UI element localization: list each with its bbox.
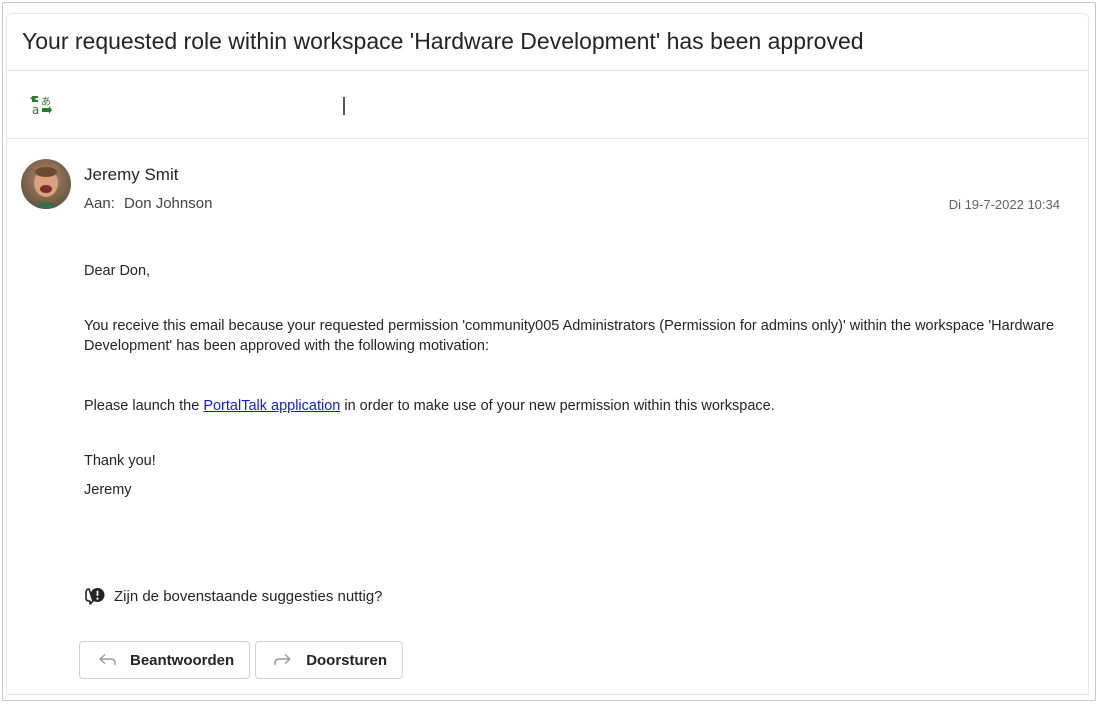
text-cursor bbox=[343, 97, 345, 115]
recipient-line: Aan: Don Johnson bbox=[84, 195, 212, 212]
forward-button[interactable]: Doorsturen bbox=[255, 641, 404, 679]
forward-label: Doorsturen bbox=[306, 651, 388, 669]
avatar[interactable] bbox=[21, 159, 71, 209]
sent-date: Di 19-7-2022 10:34 bbox=[948, 197, 1060, 212]
feedback-icon bbox=[84, 586, 106, 606]
reply-label: Beantwoorden bbox=[130, 651, 235, 669]
email-subject: Your requested role within workspace 'Ha… bbox=[22, 28, 864, 54]
thanks-line: Thank you! bbox=[84, 453, 156, 469]
sender-name[interactable]: Jeremy Smit bbox=[84, 165, 178, 185]
subject-header: Your requested role within workspace 'Ha… bbox=[6, 13, 1089, 71]
reply-arrow-icon bbox=[98, 653, 116, 667]
portaltalk-link[interactable]: PortalTalk application bbox=[203, 398, 340, 414]
launch-text-after: in order to make use of your new permiss… bbox=[340, 398, 775, 414]
feedback-text: Zijn de bovenstaande suggesties nuttig? bbox=[114, 587, 383, 605]
greeting: Dear Don, bbox=[84, 263, 151, 279]
signature: Jeremy bbox=[84, 482, 132, 498]
forward-arrow-icon bbox=[274, 653, 292, 667]
launch-text-before: Please launch the bbox=[84, 398, 204, 414]
svg-text:あ: あ bbox=[41, 96, 51, 108]
mail-reading-pane: Your requested role within workspace 'Ha… bbox=[2, 2, 1096, 701]
reply-button[interactable]: Beantwoorden bbox=[79, 641, 251, 679]
translation-bar: a あ bbox=[7, 71, 1088, 139]
launch-paragraph: Please launch the PortalTalk application… bbox=[84, 396, 775, 416]
message-card: a あ Jeremy Smit Aan: Don Johnson Di 19-7… bbox=[6, 71, 1089, 695]
body-paragraph: You receive this email because your requ… bbox=[84, 318, 1055, 354]
message-actions: Beantwoorden Doorsturen bbox=[79, 641, 404, 679]
to-label: Aan: bbox=[84, 195, 115, 212]
recipient-name[interactable]: Don Johnson bbox=[124, 195, 212, 212]
translate-icon[interactable]: a あ bbox=[29, 94, 55, 118]
svg-text:a: a bbox=[32, 103, 39, 117]
suggestion-feedback[interactable]: Zijn de bovenstaande suggesties nuttig? bbox=[84, 585, 383, 607]
